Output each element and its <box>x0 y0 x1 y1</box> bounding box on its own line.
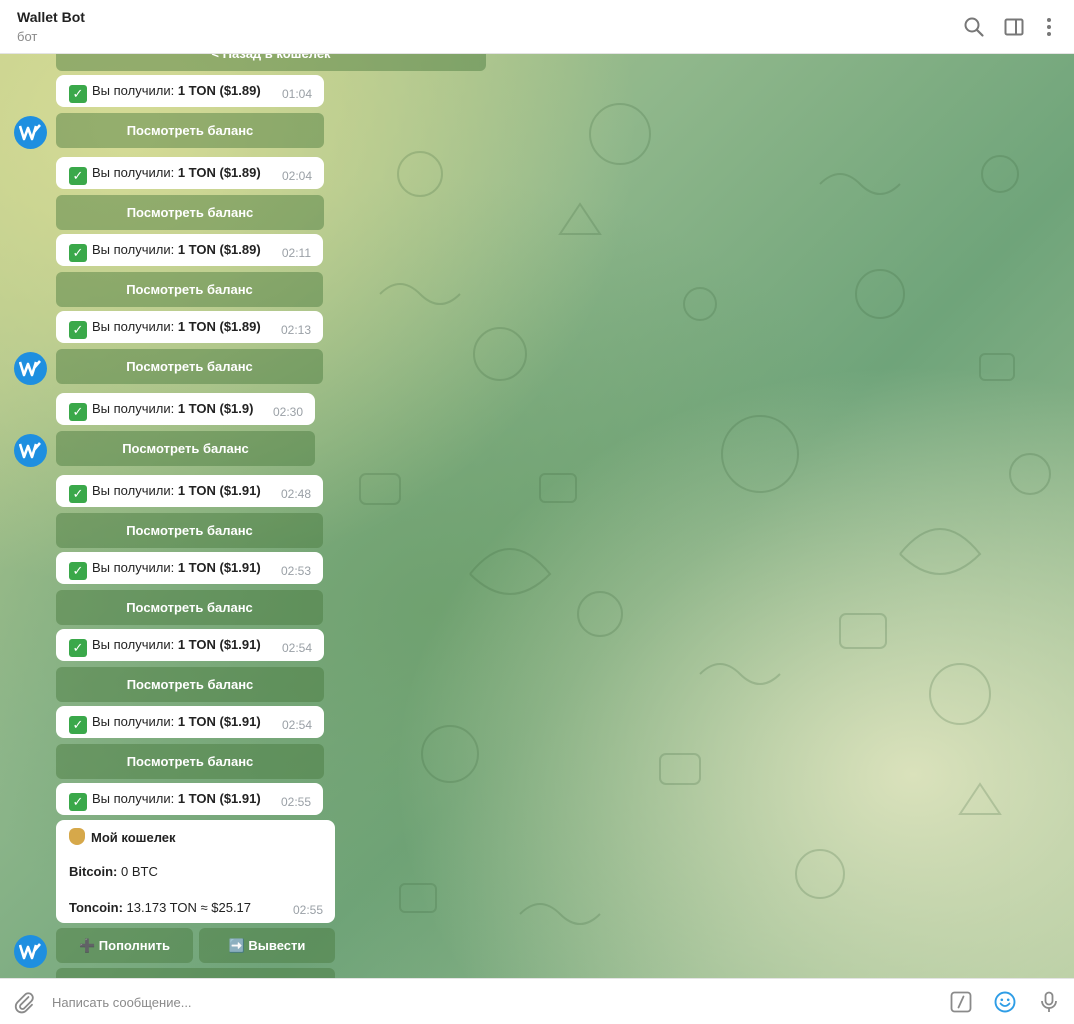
view-balance-button[interactable]: Посмотреть баланс <box>56 513 323 548</box>
received-message: ✓ Вы получили: 1 TON ($1.91) 02:54 <box>56 706 324 738</box>
view-balance-button[interactable]: Посмотреть баланс <box>56 431 315 466</box>
received-label: Вы получили: <box>92 165 175 180</box>
microphone-icon[interactable] <box>1037 990 1061 1014</box>
received-label: Вы получили: <box>92 319 175 334</box>
message-time: 02:13 <box>280 323 311 337</box>
more-vertical-icon[interactable] <box>1037 15 1061 39</box>
message-time: 02:11 <box>281 246 311 260</box>
received-amount: 1 TON ($1.9) <box>177 401 254 416</box>
view-balance-button[interactable]: Посмотреть баланс <box>56 113 324 148</box>
message-time: 02:04 <box>281 169 312 183</box>
back-to-wallet-button[interactable]: < Назад в кошелек <box>56 54 486 71</box>
received-message: ✓ Вы получили: 1 TON ($1.91) 02:53 <box>56 552 323 584</box>
received-message: ✓ Вы получили: 1 TON ($1.91) 02:55 <box>56 783 323 815</box>
wallet-logo-icon <box>19 360 41 377</box>
chat-subtitle: бот <box>17 29 38 44</box>
check-mark-icon: ✓ <box>69 244 87 262</box>
received-label: Вы получили: <box>92 791 175 806</box>
received-label: Вы получили: <box>92 483 175 498</box>
view-balance-button[interactable]: Посмотреть баланс <box>56 667 324 702</box>
wallet-logo-icon <box>19 943 41 960</box>
received-message: ✓ Вы получили: 1 TON ($1.9) 02:30 <box>56 393 315 425</box>
chat-area: < Назад в кошелек ✓ Вы получили: 1 TON ($… <box>0 54 1074 978</box>
received-label: Вы получили: <box>92 637 175 652</box>
received-label: Вы получили: <box>92 242 175 257</box>
received-message: ✓ Вы получили: 1 TON ($1.89) 02:13 <box>56 311 323 343</box>
message-time: 02:30 <box>272 405 303 419</box>
money-bag-icon <box>69 828 85 845</box>
received-label: Вы получили: <box>92 560 175 575</box>
message-composer <box>0 978 1074 1024</box>
check-mark-icon: ✓ <box>69 716 87 734</box>
deposit-button[interactable]: ➕ Пополнить <box>56 928 193 963</box>
view-balance-button[interactable]: Посмотреть баланс <box>56 744 324 779</box>
toncoin-balance: 13.173 TON ≈ $25.17 <box>126 900 252 915</box>
partial-keyboard-row[interactable] <box>56 968 335 978</box>
received-message: ✓ Вы получили: 1 TON ($1.89) 02:04 <box>56 157 324 189</box>
check-mark-icon: ✓ <box>69 167 87 185</box>
attach-icon[interactable] <box>12 990 36 1014</box>
received-message: ✓ Вы получили: 1 TON ($1.89) 02:11 <box>56 234 323 266</box>
message-time: 02:54 <box>281 718 312 732</box>
view-balance-button[interactable]: Посмотреть баланс <box>56 590 323 625</box>
chat-header: Wallet Bot бот <box>0 0 1074 54</box>
received-message: ✓ Вы получили: 1 TON ($1.91) 02:48 <box>56 475 323 507</box>
wallet-title: Мой кошелек <box>91 830 176 845</box>
wallet-logo-icon <box>19 442 41 459</box>
bot-avatar[interactable] <box>14 116 47 149</box>
check-mark-icon: ✓ <box>69 85 87 103</box>
check-mark-icon: ✓ <box>69 639 87 657</box>
received-amount: 1 TON ($1.91) <box>177 483 261 498</box>
received-amount: 1 TON ($1.89) <box>177 319 261 334</box>
message-time: 02:53 <box>280 564 311 578</box>
received-amount: 1 TON ($1.91) <box>177 637 261 652</box>
message-time: 02:48 <box>280 487 311 501</box>
check-mark-icon: ✓ <box>69 562 87 580</box>
bot-commands-icon[interactable] <box>949 990 973 1014</box>
view-balance-button[interactable]: Посмотреть баланс <box>56 272 323 307</box>
emoji-icon[interactable] <box>993 990 1017 1014</box>
received-label: Вы получили: <box>92 401 175 416</box>
bot-avatar[interactable] <box>14 434 47 467</box>
check-mark-icon: ✓ <box>69 321 87 339</box>
toncoin-label: Toncoin: <box>69 900 123 915</box>
received-amount: 1 TON ($1.89) <box>177 165 261 180</box>
bot-avatar[interactable] <box>14 935 47 968</box>
received-amount: 1 TON ($1.89) <box>177 242 261 257</box>
chat-title[interactable]: Wallet Bot <box>17 9 85 25</box>
message-time: 02:54 <box>281 641 312 655</box>
withdraw-button[interactable]: ➡️ Вывести <box>199 928 335 963</box>
received-amount: 1 TON ($1.91) <box>177 560 261 575</box>
bitcoin-balance: 0 BTC <box>121 864 158 879</box>
received-label: Вы получили: <box>92 714 175 729</box>
search-icon[interactable] <box>962 15 986 39</box>
message-time: 02:55 <box>280 795 311 809</box>
received-message: ✓ Вы получили: 1 TON ($1.91) 02:54 <box>56 629 324 661</box>
message-time: 02:55 <box>292 903 323 917</box>
received-message: ✓ Вы получили: 1 TON ($1.89) 01:04 <box>56 75 324 107</box>
wallet-logo-icon <box>19 124 41 141</box>
bitcoin-label: Bitcoin: <box>69 864 118 879</box>
view-balance-button[interactable]: Посмотреть баланс <box>56 349 323 384</box>
check-mark-icon: ✓ <box>69 793 87 811</box>
check-mark-icon: ✓ <box>69 485 87 503</box>
sidebar-toggle-icon[interactable] <box>1002 15 1026 39</box>
view-balance-button[interactable]: Посмотреть баланс <box>56 195 324 230</box>
received-amount: 1 TON ($1.91) <box>177 791 261 806</box>
check-mark-icon: ✓ <box>69 403 87 421</box>
received-label: Вы получили: <box>92 83 175 98</box>
received-amount: 1 TON ($1.89) <box>177 83 261 98</box>
message-input[interactable] <box>52 989 912 1015</box>
wallet-message: Мой кошелек Bitcoin: 0 BTC Toncoin: 13.1… <box>56 820 335 923</box>
bot-avatar[interactable] <box>14 352 47 385</box>
received-amount: 1 TON ($1.91) <box>177 714 261 729</box>
message-time: 01:04 <box>281 87 312 101</box>
